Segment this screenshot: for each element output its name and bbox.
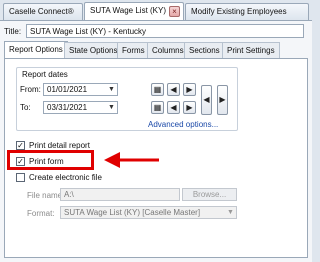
file-name-label: File name:: [27, 191, 65, 200]
tab-sections[interactable]: Sections: [184, 42, 225, 58]
title-label: Title:: [4, 27, 22, 36]
tab-label: Columns: [152, 46, 184, 55]
doc-tab-label: Caselle Connect®: [9, 7, 74, 16]
format-label: Format:: [27, 209, 55, 218]
tab-label: Forms: [122, 46, 145, 55]
period-prev-icon[interactable]: ◀: [201, 85, 212, 115]
tab-columns[interactable]: Columns: [147, 42, 189, 58]
document-tab-bar: Caselle Connect® SUTA Wage List (KY) × M…: [0, 0, 312, 21]
report-dates-heading: Report dates: [22, 70, 68, 79]
tab-label: Report Options: [9, 45, 63, 54]
calendar-icon[interactable]: ▦: [151, 101, 164, 114]
close-icon[interactable]: ×: [169, 6, 180, 17]
to-date-input[interactable]: 03/31/2021 ▼: [43, 101, 118, 114]
print-detail-checkbox[interactable]: ✓: [16, 141, 25, 150]
from-date-value: 01/01/2021: [47, 85, 88, 94]
title-input[interactable]: SUTA Wage List (KY) - Kentucky: [26, 24, 304, 38]
tab-label: Sections: [189, 46, 220, 55]
tab-label: State Options: [69, 46, 118, 55]
electronic-file-checkbox[interactable]: [16, 173, 25, 182]
calendar-icon[interactable]: ▦: [151, 83, 164, 96]
electronic-file-label: Create electronic file: [29, 173, 102, 182]
to-label: To:: [20, 103, 31, 112]
from-date-input[interactable]: 01/01/2021 ▼: [43, 83, 118, 96]
doc-tab-suta-wage-list[interactable]: SUTA Wage List (KY) ×: [84, 2, 184, 21]
arrow-left-icon[interactable]: ◀: [167, 101, 180, 114]
arrow-right-icon[interactable]: ▶: [183, 83, 196, 96]
tab-forms[interactable]: Forms: [117, 42, 150, 58]
doc-tab-caselle-connect[interactable]: Caselle Connect®: [3, 3, 83, 20]
tab-state-options[interactable]: State Options: [64, 42, 123, 58]
file-name-value: A:\: [64, 190, 74, 199]
doc-tab-label: Modify Existing Employees: [191, 7, 287, 16]
print-detail-label: Print detail report: [29, 141, 90, 150]
format-value: SUTA Wage List (KY) [Caselle Master]: [64, 208, 201, 217]
to-date-value: 03/31/2021: [47, 103, 88, 112]
arrow-right-icon[interactable]: ▶: [183, 101, 196, 114]
chevron-down-icon[interactable]: ▼: [107, 103, 116, 112]
from-label: From:: [20, 85, 41, 94]
tab-print-settings[interactable]: Print Settings: [222, 42, 280, 58]
advanced-options-link[interactable]: Advanced options...: [148, 120, 218, 129]
report-dates-group: Report dates From: 01/01/2021 ▼ ▦ ◀ ▶ To…: [16, 67, 238, 131]
tab-report-options[interactable]: Report Options: [4, 41, 68, 59]
file-name-input[interactable]: A:\: [60, 188, 180, 201]
highlight-box: [7, 150, 94, 170]
browse-label: Browse...: [192, 190, 227, 199]
annotation-arrow-icon: [104, 152, 159, 168]
format-select[interactable]: SUTA Wage List (KY) [Caselle Master] ▼: [60, 206, 237, 219]
title-value: SUTA Wage List (KY) - Kentucky: [30, 27, 147, 36]
browse-button[interactable]: Browse...: [182, 188, 237, 201]
doc-tab-label: SUTA Wage List (KY): [90, 6, 167, 15]
period-next-icon[interactable]: ▶: [217, 85, 228, 115]
doc-tab-modify-employees[interactable]: Modify Existing Employees: [185, 3, 309, 20]
chevron-down-icon[interactable]: ▼: [226, 208, 235, 217]
arrow-left-icon[interactable]: ◀: [167, 83, 180, 96]
tab-label: Print Settings: [227, 46, 275, 55]
chevron-down-icon[interactable]: ▼: [107, 85, 116, 94]
